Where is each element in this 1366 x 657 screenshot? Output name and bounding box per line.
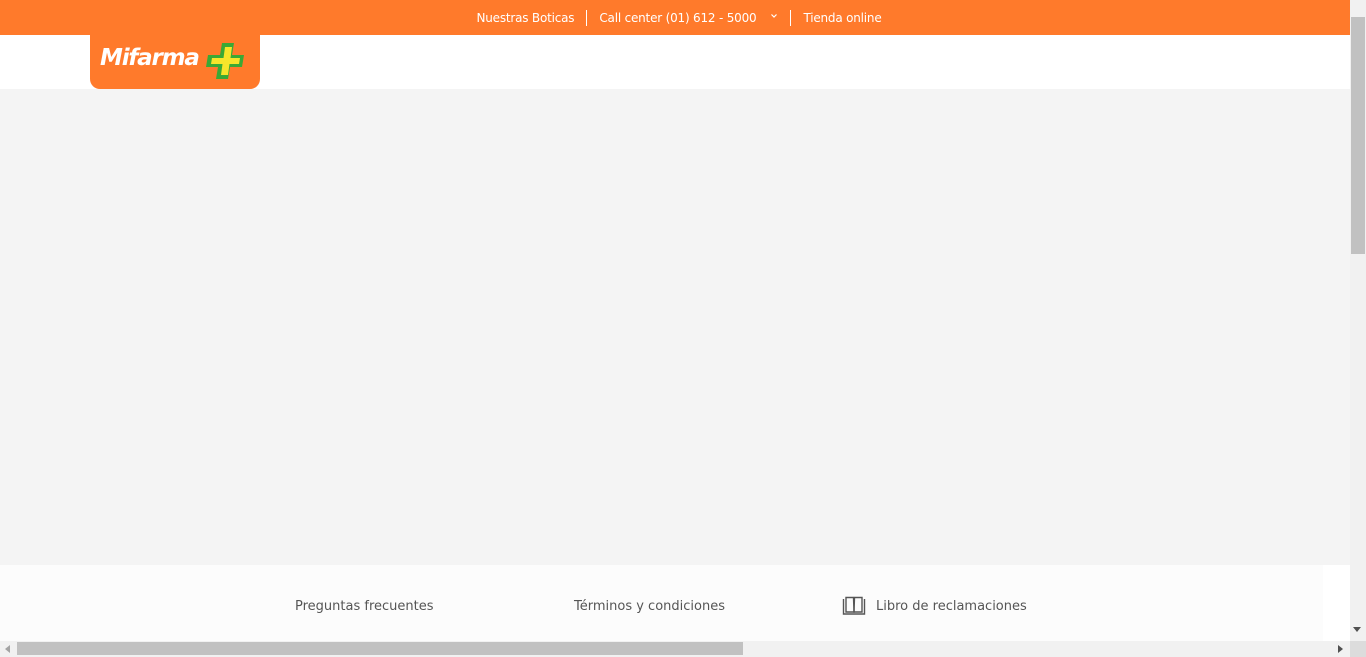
call-center-label: Call center (01) 612 - 5000 (599, 10, 757, 25)
scrollbar-corner (1350, 641, 1366, 657)
horizontal-scrollbar-thumb[interactable] (17, 642, 743, 655)
logo-text: Mifarma (100, 45, 200, 71)
terminos-condiciones-link[interactable]: Términos y condiciones (574, 599, 725, 614)
cross-icon (206, 43, 244, 79)
vertical-scrollbar-thumb[interactable] (1351, 17, 1365, 254)
top-bar: Nuestras Boticas Call center (01) 612 - … (0, 0, 1350, 35)
mifarma-logo[interactable]: Mifarma (90, 35, 260, 89)
page-viewport: Nuestras Boticas Call center (01) 612 - … (0, 0, 1350, 641)
scroll-right-arrow-icon[interactable] (1338, 645, 1343, 653)
nuestras-boticas-link[interactable]: Nuestras Boticas (464, 11, 586, 25)
scroll-left-arrow-icon[interactable] (5, 645, 10, 653)
main-content (0, 89, 1350, 565)
book-icon (842, 596, 866, 615)
call-center-dropdown[interactable]: Call center (01) 612 - 5000 (587, 11, 790, 25)
tienda-online-link[interactable]: Tienda online (791, 11, 893, 25)
chevron-down-icon (771, 14, 778, 18)
scroll-down-arrow-icon[interactable] (1353, 627, 1361, 632)
libro-reclamaciones-link[interactable]: Libro de reclamaciones (842, 596, 1027, 616)
top-bar-links: Nuestras Boticas Call center (01) 612 - … (464, 9, 893, 26)
libro-reclamaciones-label: Libro de reclamaciones (876, 598, 1027, 614)
preguntas-frecuentes-link[interactable]: Preguntas frecuentes (295, 599, 434, 614)
footer: Preguntas frecuentes Términos y condicio… (0, 565, 1323, 641)
